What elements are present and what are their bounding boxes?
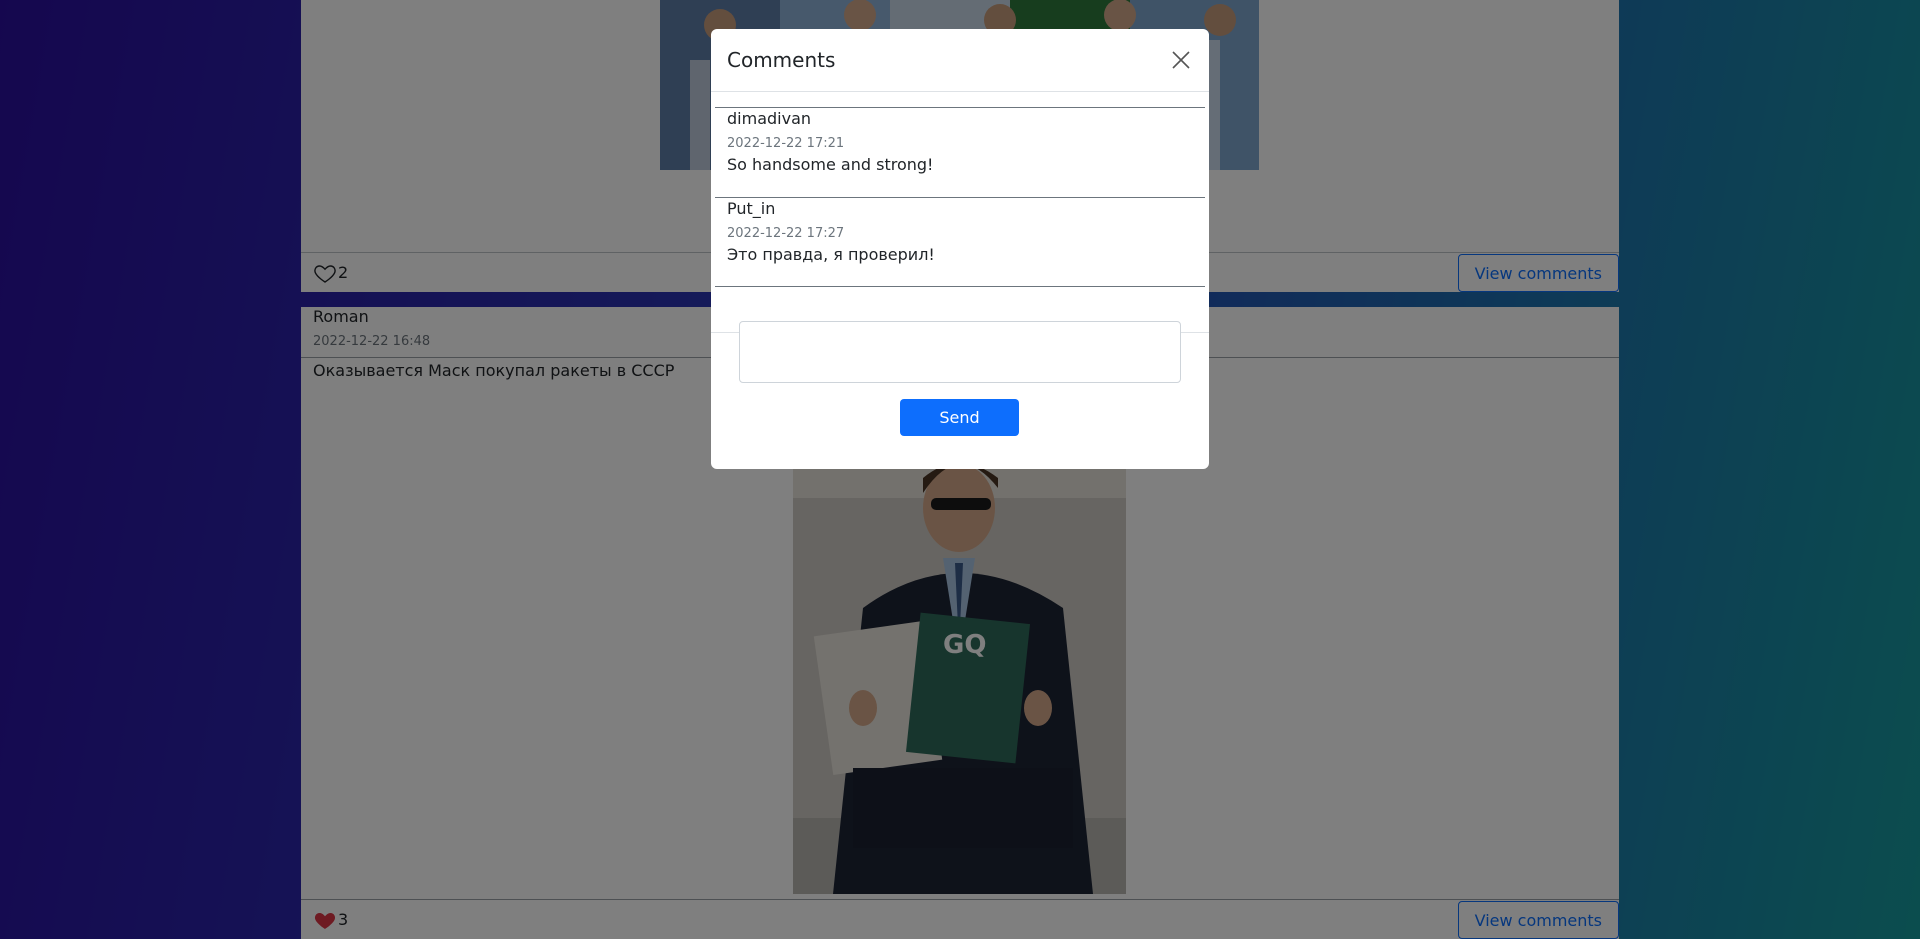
modal-header: Comments xyxy=(711,29,1209,92)
comment-date: 2022-12-22 17:27 xyxy=(727,226,845,241)
modal-title: Comments xyxy=(727,48,836,72)
comment-item: Put_in 2022-12-22 17:27 Это правда, я пр… xyxy=(715,197,1205,264)
comment-date: 2022-12-22 17:21 xyxy=(727,136,845,151)
divider xyxy=(715,286,1205,287)
comments-list: dimadivan 2022-12-22 17:21 So handsome a… xyxy=(711,92,1209,333)
comment-text: Это правда, я проверил! xyxy=(727,245,935,264)
comments-modal: Comments dimadivan 2022-12-22 17:21 So h… xyxy=(711,29,1209,469)
send-button[interactable]: Send xyxy=(900,399,1019,436)
comment-author[interactable]: dimadivan xyxy=(727,109,1205,128)
comment-input[interactable] xyxy=(739,321,1181,383)
comment-item: dimadivan 2022-12-22 17:21 So handsome a… xyxy=(715,107,1205,174)
close-icon xyxy=(1172,51,1190,69)
comment-text: So handsome and strong! xyxy=(727,155,934,174)
close-button[interactable] xyxy=(1169,48,1193,72)
comment-author[interactable]: Put_in xyxy=(727,199,1205,218)
